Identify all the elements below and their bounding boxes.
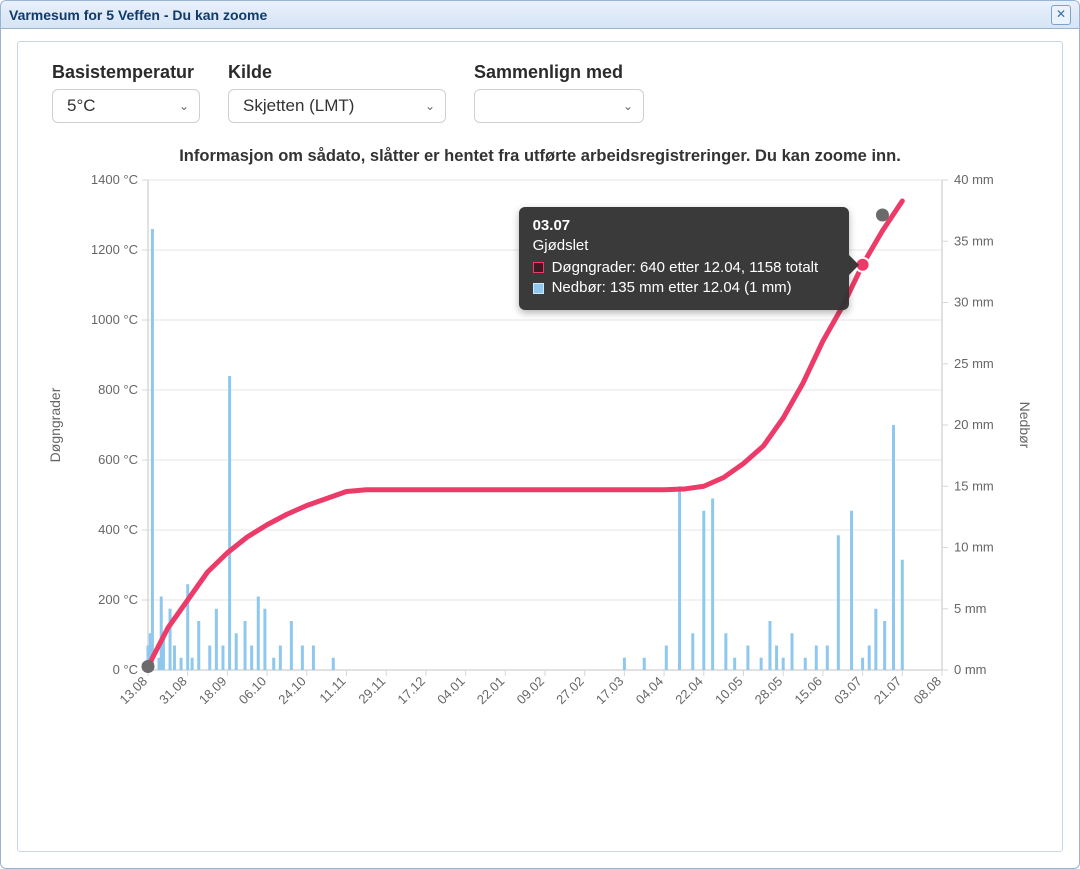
basis-select[interactable]: 5°C ⌄ [52, 89, 200, 123]
svg-text:24.10: 24.10 [275, 674, 309, 708]
svg-text:800 °C: 800 °C [98, 382, 138, 397]
svg-text:06.10: 06.10 [236, 674, 270, 708]
chevron-down-icon: ⌄ [623, 99, 633, 113]
compare-select[interactable]: ⌄ [474, 89, 644, 123]
chevron-down-icon: ⌄ [179, 99, 189, 113]
svg-text:20 mm: 20 mm [954, 417, 994, 432]
chart-title: Informasjon om sådato, slåtter er hentet… [38, 147, 1042, 166]
square-icon [533, 283, 544, 294]
svg-text:15 mm: 15 mm [954, 478, 994, 493]
svg-text:13.08: 13.08 [117, 674, 151, 708]
compare-label: Sammenlign med [474, 62, 644, 83]
svg-text:40 mm: 40 mm [954, 172, 994, 187]
svg-text:30 mm: 30 mm [954, 295, 994, 310]
svg-text:04.01: 04.01 [434, 674, 468, 708]
svg-text:03.07: 03.07 [831, 674, 865, 708]
svg-text:10.05: 10.05 [712, 674, 746, 708]
svg-text:17.12: 17.12 [394, 674, 428, 708]
titlebar: Varmesum for 5 Veffen - Du kan zoome ✕ [1, 1, 1079, 29]
svg-text:31.08: 31.08 [156, 674, 190, 708]
svg-text:0 mm: 0 mm [954, 662, 987, 677]
close-icon[interactable]: ✕ [1051, 5, 1071, 25]
content-pane: Basistemperatur 5°C ⌄ Kilde Skjetten (LM… [17, 41, 1063, 852]
basis-group: Basistemperatur 5°C ⌄ [52, 62, 200, 123]
svg-text:Døgngrader: Døgngrader [47, 387, 63, 462]
square-icon [533, 262, 544, 273]
svg-text:11.11: 11.11 [316, 674, 348, 706]
svg-text:200 °C: 200 °C [98, 592, 138, 607]
compare-group: Sammenlign med ⌄ [474, 62, 644, 123]
svg-text:22.04: 22.04 [672, 674, 706, 708]
tooltip-date: 03.07 [533, 217, 835, 234]
svg-text:25 mm: 25 mm [954, 356, 994, 371]
tooltip-subtitle: Gjødslet [533, 237, 835, 254]
kilde-label: Kilde [228, 62, 446, 83]
tooltip: 03.07 Gjødslet Døgngrader: 640 etter 12.… [519, 207, 849, 311]
chevron-down-icon: ⌄ [425, 99, 435, 113]
svg-text:600 °C: 600 °C [98, 452, 138, 467]
dialog-window: Varmesum for 5 Veffen - Du kan zoome ✕ B… [0, 0, 1080, 869]
svg-text:09.02: 09.02 [514, 674, 548, 708]
svg-text:Nedbør: Nedbør [1017, 402, 1033, 449]
svg-text:0 °C: 0 °C [113, 662, 138, 677]
tooltip-row-precip: Nedbør: 135 mm etter 12.04 (1 mm) [533, 278, 835, 298]
svg-text:10 mm: 10 mm [954, 540, 994, 555]
chart-area[interactable]: Informasjon om sådato, slåtter er hentet… [38, 147, 1042, 750]
svg-text:5 mm: 5 mm [954, 601, 987, 616]
svg-text:28.05: 28.05 [752, 674, 786, 708]
svg-text:27.02: 27.02 [553, 674, 587, 708]
window-title: Varmesum for 5 Veffen - Du kan zoome [9, 7, 1051, 23]
svg-text:1000 °C: 1000 °C [91, 312, 138, 327]
kilde-select[interactable]: Skjetten (LMT) ⌄ [228, 89, 446, 123]
svg-text:17.03: 17.03 [593, 674, 627, 708]
svg-text:29.11: 29.11 [355, 674, 388, 707]
svg-text:35 mm: 35 mm [954, 233, 994, 248]
kilde-value: Skjetten (LMT) [243, 96, 354, 116]
svg-text:1200 °C: 1200 °C [91, 242, 138, 257]
svg-text:18.09: 18.09 [196, 674, 230, 708]
svg-text:04.04: 04.04 [633, 674, 667, 708]
kilde-group: Kilde Skjetten (LMT) ⌄ [228, 62, 446, 123]
svg-text:400 °C: 400 °C [98, 522, 138, 537]
svg-text:1400 °C: 1400 °C [91, 172, 138, 187]
svg-text:21.07: 21.07 [871, 674, 905, 708]
tooltip-row-degree: Døgngrader: 640 etter 12.04, 1158 totalt [533, 258, 835, 278]
svg-text:15.06: 15.06 [791, 674, 825, 708]
controls-row: Basistemperatur 5°C ⌄ Kilde Skjetten (LM… [52, 62, 1042, 123]
svg-text:08.08: 08.08 [911, 674, 945, 708]
basis-value: 5°C [67, 96, 96, 116]
svg-text:22.01: 22.01 [474, 674, 508, 708]
basis-label: Basistemperatur [52, 62, 200, 83]
